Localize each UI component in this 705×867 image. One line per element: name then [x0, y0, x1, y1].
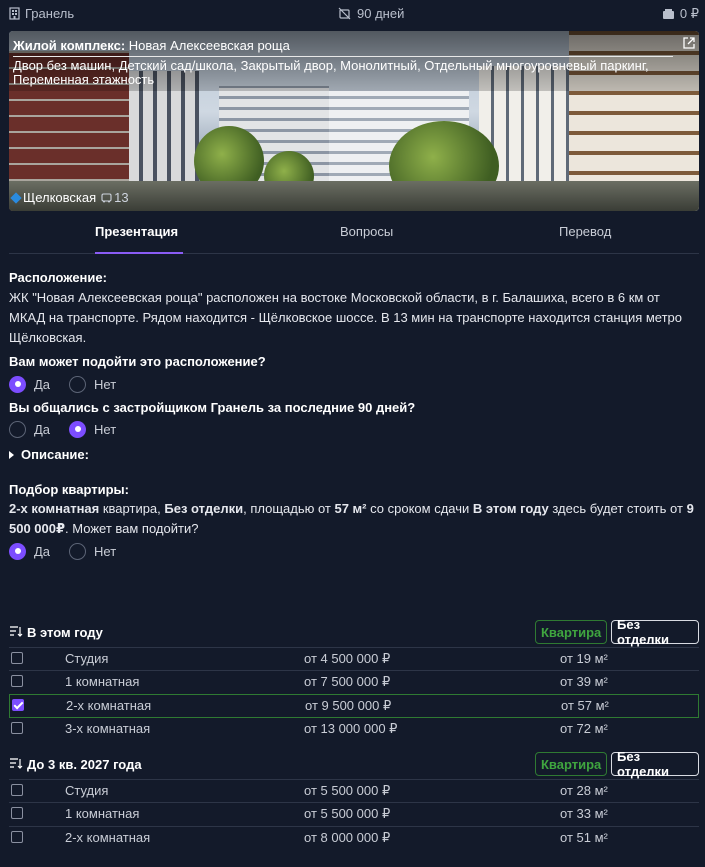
building-icon — [9, 7, 20, 20]
section-title: До 3 кв. 2027 года — [27, 756, 142, 772]
sort-icon[interactable] — [9, 625, 23, 640]
filter-finish-button[interactable]: Без отделки — [611, 749, 699, 779]
q2-no-radio[interactable] — [69, 420, 87, 438]
filter-type-button[interactable]: Квартира — [535, 620, 608, 644]
top-bar: Гранель 90 дней 0 ₽ — [0, 0, 705, 28]
caret-right-icon — [9, 450, 14, 459]
complex-features: Двор без машин, Детский сад/школа, Закры… — [13, 58, 649, 87]
q2-question: Вы общались с застройщиком Гранель за по… — [9, 400, 416, 415]
presentation-content: Расположение: ЖК "Новая Алексеевская рощ… — [9, 270, 699, 561]
tab-bar: Презентация Вопросы Перевод — [9, 212, 699, 254]
filter-finish-button[interactable]: Без отделки — [611, 617, 699, 647]
location-text: ЖК "Новая Алексеевская роща" расположен … — [9, 290, 683, 345]
tab-translation[interactable]: Перевод — [559, 224, 611, 239]
apartment-yes-radio[interactable] — [9, 542, 26, 560]
row-checkbox[interactable] — [12, 699, 24, 711]
row-checkbox[interactable] — [11, 722, 23, 734]
complex-hero-card[interactable]: Жилой комплекс: Новая Алексеевская роща … — [9, 31, 699, 211]
table-row[interactable]: 2-х комнатная от 8 000 000 ₽ от 51 м² — [9, 826, 699, 848]
metro-info: Щелковская 13 — [10, 190, 129, 205]
table-row[interactable]: 1 комнатная от 5 500 000 ₽ от 33 м² — [9, 802, 699, 824]
apartment-options: Да Нет — [9, 541, 699, 561]
apartment-yes-label[interactable]: Да — [34, 544, 50, 559]
money-counter: 0 ₽ — [662, 6, 699, 22]
apartment-no-label[interactable]: Нет — [94, 544, 116, 559]
external-link-icon[interactable] — [683, 37, 695, 52]
sort-icon[interactable] — [9, 757, 23, 772]
apartment-no-radio[interactable] — [69, 542, 87, 560]
description-toggle[interactable]: Описание: — [9, 447, 699, 462]
money-value: 0 ₽ — [679, 6, 699, 21]
location-heading: Расположение: — [9, 270, 107, 285]
q1-question: Вам может подойти это расположение? — [9, 354, 266, 369]
apartment-heading: Подбор квартиры: — [9, 482, 129, 497]
wallet-icon — [662, 9, 674, 19]
table-row[interactable]: Студия от 4 500 000 ₽ от 19 м² — [9, 647, 699, 669]
metro-station: Щелковская — [23, 190, 97, 205]
q1-options: Да Нет — [9, 374, 699, 394]
table-row[interactable]: Студия от 5 500 000 ₽ от 28 м² — [9, 779, 699, 801]
developer-name: Гранель — [25, 6, 75, 21]
table-row[interactable]: 1 комнатная от 7 500 000 ₽ от 39 м² — [9, 670, 699, 692]
complex-title-value[interactable]: Новая Алексеевская роща — [129, 38, 290, 53]
row-checkbox[interactable] — [11, 652, 23, 664]
metro-line-icon — [10, 191, 22, 204]
q1-yes-radio[interactable] — [9, 375, 26, 393]
days-counter: 90 дней — [338, 6, 404, 21]
active-tab-indicator — [95, 252, 183, 254]
section-header: До 3 кв. 2027 года Квартира Без отделки — [9, 749, 699, 779]
q2-yes-radio[interactable] — [9, 420, 26, 438]
tab-questions[interactable]: Вопросы — [340, 224, 393, 239]
row-checkbox[interactable] — [11, 807, 23, 819]
q2-options: Да Нет — [9, 419, 699, 439]
row-checkbox[interactable] — [11, 784, 23, 796]
developer-info: Гранель — [9, 6, 74, 21]
bus-icon — [101, 192, 112, 202]
row-checkbox[interactable] — [11, 675, 23, 687]
row-checkbox[interactable] — [11, 831, 23, 843]
apartment-text: 2-х комнатная квартира, Без отделки, пло… — [9, 501, 694, 536]
description-label: Описание: — [21, 447, 89, 462]
q2-no-label[interactable]: Нет — [94, 422, 116, 437]
table-row-selected[interactable]: 2-х комнатная от 9 500 000 ₽ от 57 м² — [9, 694, 699, 718]
filter-type-button[interactable]: Квартира — [535, 752, 608, 776]
complex-title: Жилой комплекс: Новая Алексеевская роща — [13, 38, 290, 53]
section-header: В этом году Квартира Без отделки — [9, 617, 699, 647]
complex-title-label: Жилой комплекс: — [13, 38, 126, 53]
title-underline — [13, 56, 673, 57]
q1-no-label[interactable]: Нет — [94, 377, 116, 392]
days-value: 90 дней — [357, 6, 405, 21]
section-title: В этом году — [27, 624, 103, 640]
tab-presentation[interactable]: Презентация — [95, 224, 178, 239]
no-call-icon — [338, 7, 351, 20]
q1-no-radio[interactable] — [69, 375, 87, 393]
metro-time: 13 — [114, 190, 129, 205]
table-row[interactable]: 3-х комнатная от 13 000 000 ₽ от 72 м² — [9, 718, 699, 740]
q1-yes-label[interactable]: Да — [34, 377, 50, 392]
q2-yes-label[interactable]: Да — [34, 422, 50, 437]
